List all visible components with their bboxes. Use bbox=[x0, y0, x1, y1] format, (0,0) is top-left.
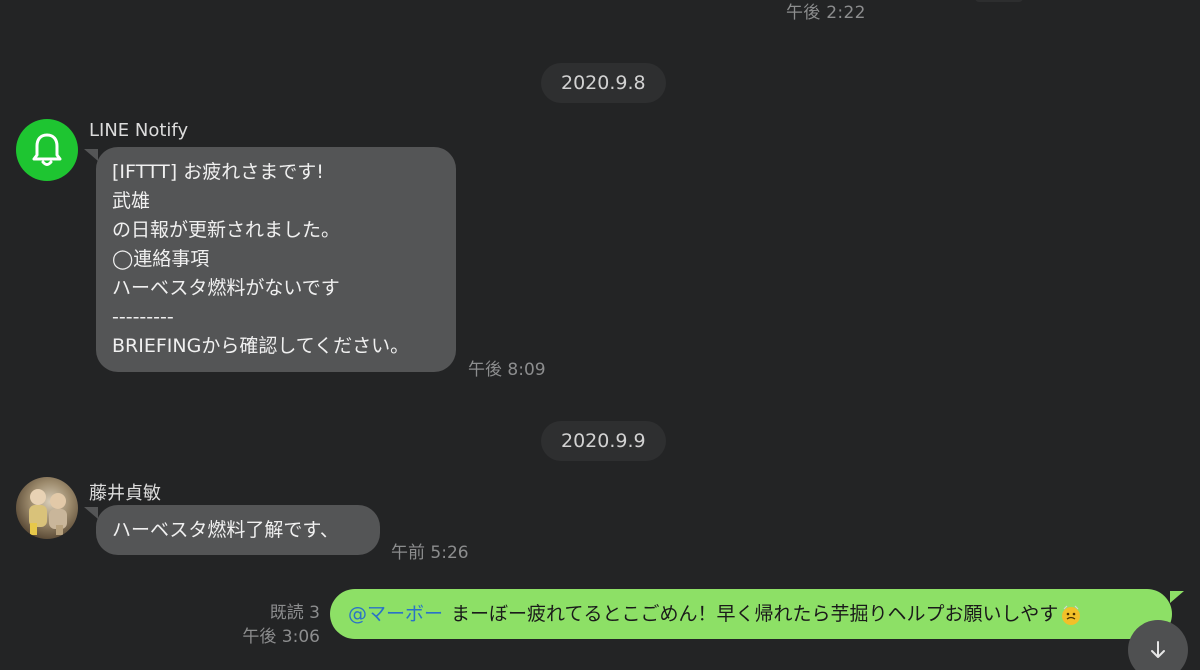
line-notify-avatar[interactable] bbox=[16, 119, 78, 181]
message-line: ハーベスタ燃料がないです bbox=[112, 277, 340, 299]
sender-name: LINE Notify bbox=[89, 120, 189, 141]
chat-window: 午後 2:22 2020.9.8 LINE Notify [IFTTT] お疲れ… bbox=[0, 0, 1200, 670]
message-line: ◯連絡事項 bbox=[112, 248, 210, 270]
message-text: まーぼー疲れてるとこごめん！早く帰れたら芋掘りヘルプお願いしやす bbox=[451, 603, 1059, 625]
date-separator: 2020.9.9 bbox=[541, 421, 666, 461]
my-message-bubble[interactable]: @マーボー まーぼー疲れてるとこごめん！早く帰れたら芋掘りヘルプお願いしやす bbox=[330, 589, 1184, 639]
bell-icon bbox=[32, 133, 62, 166]
message-line: --------- bbox=[112, 306, 174, 328]
previous-message-edge bbox=[975, 0, 1023, 2]
user-photo bbox=[29, 489, 67, 535]
date-separator: 2020.9.8 bbox=[541, 63, 666, 103]
message-time: 午前 5:26 bbox=[391, 543, 469, 563]
read-receipt: 既読 3 bbox=[269, 603, 320, 623]
message-line: [IFTTT] お疲れさまです! bbox=[112, 161, 324, 183]
scroll-to-bottom-button[interactable] bbox=[1128, 620, 1188, 670]
message-line: の日報が更新されました。 bbox=[112, 219, 341, 241]
message-line: 武雄 bbox=[112, 190, 151, 212]
arrow-down-icon bbox=[1151, 641, 1165, 658]
message-line: BRIEFINGから確認してください。 bbox=[112, 335, 410, 357]
user-avatar[interactable] bbox=[16, 477, 78, 539]
mention-link[interactable]: @マーボー bbox=[348, 603, 443, 625]
message-time: 午後 3:06 bbox=[242, 627, 320, 647]
message-text: ハーベスタ燃料了解です、 bbox=[112, 519, 339, 541]
message-bubble[interactable]: [IFTTT] お疲れさまです! 武雄 の日報が更新されました。 ◯連絡事項 ハ… bbox=[84, 147, 456, 372]
emoji-face-icon bbox=[1062, 605, 1081, 625]
sender-name: 藤井貞敏 bbox=[89, 483, 161, 504]
message-bubble[interactable]: ハーベスタ燃料了解です、 bbox=[84, 505, 380, 555]
message-time: 午後 2:22 bbox=[786, 3, 866, 23]
message-time: 午後 8:09 bbox=[468, 360, 546, 380]
